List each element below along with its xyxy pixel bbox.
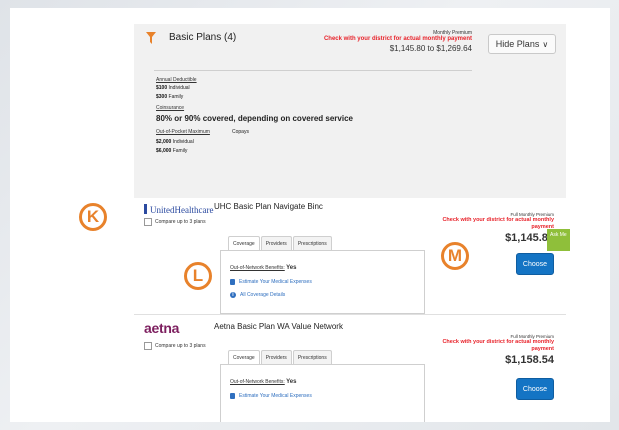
coverage-details-label: All Coverage Details <box>240 292 286 298</box>
funnel-icon <box>146 32 156 44</box>
plan-card-uhc: UnitedHealthcare Compare up to 3 plans U… <box>134 198 566 318</box>
plan-name: UHC Basic Plan Navigate Binc <box>214 202 323 211</box>
compare-checkbox-row[interactable]: Compare up to 3 plans <box>144 342 206 350</box>
district-note: Check with your district for actual mont… <box>323 36 472 42</box>
plan-card-aetna: aetna Compare up to 3 plans Aetna Basic … <box>134 320 566 422</box>
coinsurance-label: Coinsurance <box>156 105 185 111</box>
plan-name: Aetna Basic Plan WA Value Network <box>214 322 343 331</box>
deductible-individual: $100 Individual <box>156 85 190 91</box>
oon-benefits-value: Yes <box>286 265 297 271</box>
oon-benefits-value: Yes <box>286 379 297 385</box>
tab-providers[interactable]: Providers <box>260 350 292 365</box>
uhc-logo-mark <box>144 204 147 214</box>
oop-family-suffix: Family <box>172 148 188 154</box>
summary-premium: Monthly Premium Check with your district… <box>312 30 472 53</box>
marker-l: L <box>184 262 212 290</box>
estimate-expenses-link[interactable]: Estimate Your Medical Expenses <box>230 393 312 399</box>
choose-button[interactable]: Choose <box>516 253 554 275</box>
aetna-logo: aetna <box>144 320 180 336</box>
oon-benefits: Out-of-Network Benefits: Yes <box>230 265 297 271</box>
tab-prescriptions[interactable]: Prescriptions <box>292 350 332 365</box>
chevron-down-icon: ∨ <box>542 39 549 49</box>
compare-checkbox[interactable] <box>144 342 152 350</box>
summary-divider <box>154 70 472 71</box>
deductible-family: $300 Family <box>156 94 183 100</box>
hide-plans-button[interactable]: Hide Plans ∨ <box>488 34 556 54</box>
info-icon: i <box>230 292 236 298</box>
oop-individual-suffix: Individual <box>172 139 194 145</box>
marker-k: K <box>79 203 107 231</box>
oop-maximum-label: Out-of-Pocket Maximum <box>156 129 210 135</box>
tab-prescriptions[interactable]: Prescriptions <box>292 236 332 251</box>
deductible-family-value: $300 <box>156 94 168 100</box>
plan-tabs: Coverage Providers Prescriptions <box>228 350 332 365</box>
plan-price: $1,158.54 <box>505 354 554 366</box>
premium-range: $1,145.80 to $1,269.64 <box>389 44 472 53</box>
estimate-expenses-label: Estimate Your Medical Expenses <box>239 279 312 285</box>
plan-divider <box>134 314 566 315</box>
plan-premium: Full Monthly Premium Check with your dis… <box>434 334 554 366</box>
compare-checkbox[interactable] <box>144 218 152 226</box>
compare-checkbox-row[interactable]: Compare up to 3 plans <box>144 218 206 226</box>
hide-plans-label: Hide Plans <box>495 39 540 49</box>
oop-family: $6,000 Family <box>156 148 187 154</box>
estimate-expenses-label: Estimate Your Medical Expenses <box>239 393 312 399</box>
oop-family-value: $6,000 <box>156 148 172 154</box>
calculator-icon <box>230 279 235 285</box>
annual-deductible-label: Annual Deductible <box>156 77 197 83</box>
marker-m: M <box>441 242 469 270</box>
ask-me-button[interactable]: Ask Me <box>547 229 570 251</box>
uhc-logo-text: UnitedHealthcare <box>150 205 214 215</box>
tab-coverage[interactable]: Coverage <box>228 236 260 251</box>
oop-individual: $2,000 Individual <box>156 139 194 145</box>
plan-tabs: Coverage Providers Prescriptions <box>228 236 332 251</box>
deductible-individual-suffix: Individual <box>168 85 190 91</box>
coinsurance-value: 80% or 90% covered, depending on covered… <box>156 114 353 123</box>
choose-button[interactable]: Choose <box>516 378 554 400</box>
oon-benefits: Out-of-Network Benefits: Yes <box>230 379 297 385</box>
plans-group-title: Basic Plans (4) <box>169 32 237 43</box>
tab-providers[interactable]: Providers <box>260 236 292 251</box>
oon-benefits-label: Out-of-Network Benefits: <box>230 265 285 271</box>
basic-plans-summary: Basic Plans (4) Monthly Premium Check wi… <box>134 24 566 198</box>
calculator-icon <box>230 393 235 399</box>
deductible-individual-value: $100 <box>156 85 168 91</box>
plan-premium: Full Monthly Premium Check with your dis… <box>434 212 554 244</box>
compare-label: Compare up to 3 plans <box>155 343 206 349</box>
copays-label: Copays <box>232 129 249 135</box>
oon-benefits-label: Out-of-Network Benefits: <box>230 379 285 385</box>
coverage-details-link[interactable]: i All Coverage Details <box>230 292 285 298</box>
oop-individual-value: $2,000 <box>156 139 172 145</box>
unitedhealthcare-logo: UnitedHealthcare <box>144 204 213 215</box>
district-note: Check with your district for actual mont… <box>442 339 554 352</box>
district-note: Check with your district for actual mont… <box>442 217 554 230</box>
deductible-family-suffix: Family <box>168 94 184 100</box>
estimate-expenses-link[interactable]: Estimate Your Medical Expenses <box>230 279 312 285</box>
tab-coverage[interactable]: Coverage <box>228 350 260 365</box>
summary-panel: Basic Plans (4) Monthly Premium Check wi… <box>134 24 566 198</box>
compare-label: Compare up to 3 plans <box>155 219 206 225</box>
